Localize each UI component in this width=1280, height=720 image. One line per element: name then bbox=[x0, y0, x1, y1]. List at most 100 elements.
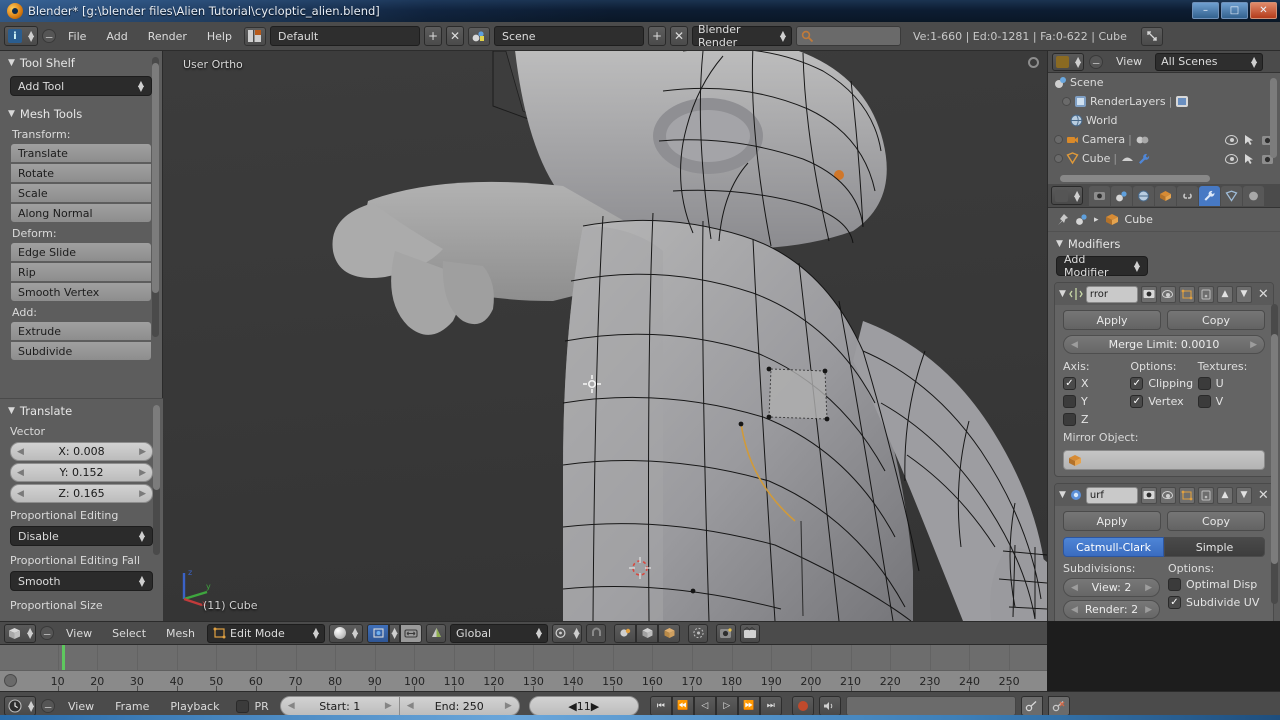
optimal-display-checkbox[interactable]: Optimal Disp bbox=[1168, 578, 1265, 591]
menu-add[interactable]: Add bbox=[98, 31, 135, 42]
render-animation-icon[interactable] bbox=[740, 623, 761, 643]
translate-panel-title[interactable]: ▼ Translate bbox=[0, 399, 163, 421]
outliner-row-scene[interactable]: Scene bbox=[1048, 73, 1280, 92]
checkbox-icon[interactable] bbox=[1063, 395, 1076, 408]
visibility-icon[interactable] bbox=[1225, 134, 1238, 145]
next-keyframe-button[interactable]: ⏩ bbox=[737, 696, 760, 716]
delete-scene-button[interactable]: ✕ bbox=[669, 26, 688, 46]
tab-object-data[interactable] bbox=[1221, 185, 1242, 206]
chevron-right-icon[interactable]: ▶ bbox=[591, 700, 599, 713]
pivot-point-dropdown[interactable]: ▲ ▼ bbox=[552, 623, 583, 643]
properties-scrollbar[interactable] bbox=[1271, 304, 1278, 604]
timeline-menu-playback[interactable]: Playback bbox=[162, 701, 227, 712]
chevron-left-icon[interactable]: ◀ bbox=[288, 701, 295, 711]
viewport-menu-select[interactable]: Select bbox=[104, 628, 154, 639]
render-camera-icon[interactable] bbox=[716, 623, 737, 643]
checkbox-icon[interactable]: ✓ bbox=[1130, 377, 1144, 390]
play-reverse-button[interactable]: ◁ bbox=[693, 696, 716, 716]
subsurf-apply-button[interactable]: Apply bbox=[1063, 511, 1161, 531]
outliner-row-camera[interactable]: Camera | bbox=[1048, 130, 1280, 149]
viewport-menu-mesh[interactable]: Mesh bbox=[158, 628, 203, 639]
chevron-left-icon[interactable]: ◀ bbox=[1071, 340, 1078, 350]
tab-modifiers[interactable] bbox=[1199, 185, 1220, 206]
proportional-editing-icon[interactable] bbox=[688, 623, 709, 643]
menu-render[interactable]: Render bbox=[140, 31, 195, 42]
vector-z-field[interactable]: ◀ Z: 0.165 ▶ bbox=[10, 484, 153, 503]
move-down-icon[interactable]: ▼ bbox=[1235, 486, 1252, 504]
outliner-vertical-scrollbar[interactable] bbox=[1270, 78, 1277, 158]
viewport-shading-dropdown[interactable]: ▲ ▼ bbox=[329, 623, 364, 643]
maximize-button[interactable]: □ bbox=[1221, 2, 1248, 19]
translate-panel-scrollbar[interactable] bbox=[153, 405, 160, 555]
mirror-texture-u[interactable]: U bbox=[1197, 377, 1265, 390]
start-frame-field[interactable]: ◀ Start: 1 ▶ bbox=[279, 696, 400, 716]
checkbox-icon[interactable] bbox=[1197, 395, 1211, 408]
preview-range-toggle[interactable]: PR bbox=[236, 699, 269, 713]
close-button[interactable]: ✕ bbox=[1250, 2, 1277, 19]
jump-to-end-button[interactable]: ⏭ bbox=[759, 696, 782, 716]
checkbox-icon[interactable] bbox=[1168, 578, 1181, 591]
auto-keyframe-button[interactable] bbox=[791, 696, 814, 716]
occlude-geometry-icon[interactable] bbox=[614, 623, 637, 643]
mirror-object-field[interactable] bbox=[1063, 450, 1265, 470]
pin-icon[interactable] bbox=[1056, 213, 1069, 226]
expand-icon[interactable] bbox=[1054, 135, 1063, 144]
chevron-right-icon[interactable]: ▶ bbox=[385, 701, 392, 711]
tool-along-normal[interactable]: Along Normal bbox=[10, 203, 152, 223]
editor-type-selector[interactable]: i ▲ ▼ bbox=[4, 26, 38, 46]
audio-sync-button[interactable] bbox=[818, 696, 841, 716]
selectable-cursor-icon[interactable] bbox=[1244, 153, 1255, 165]
mirror-apply-button[interactable]: Apply bbox=[1063, 310, 1161, 330]
tool-edge-slide[interactable]: Edge Slide bbox=[10, 242, 152, 262]
merge-limit-slider[interactable]: ◀ Merge Limit: 0.0010 ▶ bbox=[1063, 335, 1265, 354]
mirror-texture-v[interactable]: V bbox=[1197, 395, 1265, 408]
mesh-data-icon[interactable] bbox=[1120, 153, 1135, 165]
render-toggle-icon[interactable] bbox=[1140, 486, 1157, 504]
timeline-menu-view[interactable]: View bbox=[60, 701, 102, 712]
editor-type-selector[interactable]: ▲ ▼ bbox=[1052, 52, 1084, 71]
mesh-tools-title[interactable]: ▼ Mesh Tools bbox=[0, 102, 162, 124]
proportional-falloff-dropdown[interactable]: Smooth ▲ ▼ bbox=[10, 571, 153, 591]
selectable-cursor-icon[interactable] bbox=[1244, 134, 1255, 146]
subsurf-copy-button[interactable]: Copy bbox=[1167, 511, 1265, 531]
tab-object[interactable] bbox=[1155, 185, 1176, 206]
modifiers-panel-title[interactable]: ▼ Modifiers bbox=[1048, 232, 1280, 254]
mirror-vertex[interactable]: ✓ Vertex bbox=[1130, 395, 1197, 408]
oncage-toggle-icon[interactable] bbox=[1197, 285, 1214, 303]
move-down-icon[interactable]: ▼ bbox=[1235, 285, 1252, 303]
chevron-right-icon[interactable]: ▶ bbox=[139, 447, 146, 457]
checkbox-icon[interactable] bbox=[1063, 413, 1076, 426]
delete-screen-button[interactable]: ✕ bbox=[445, 26, 464, 46]
interaction-mode-dropdown[interactable]: Edit Mode ▲ ▼ bbox=[207, 623, 326, 643]
delete-modifier-icon[interactable]: ✕ bbox=[1258, 488, 1269, 503]
vector-y-field[interactable]: ◀ Y: 0.152 ▶ bbox=[10, 463, 153, 482]
chevron-left-icon[interactable]: ◀ bbox=[17, 447, 24, 457]
visibility-icon[interactable] bbox=[1225, 153, 1238, 164]
minimize-button[interactable]: – bbox=[1192, 2, 1219, 19]
tab-world[interactable] bbox=[1133, 185, 1154, 206]
triangle-down-icon[interactable]: ▼ bbox=[1059, 490, 1066, 500]
timeline-menu-frame[interactable]: Frame bbox=[107, 701, 157, 712]
viewport-options-icon[interactable] bbox=[1028, 57, 1039, 68]
sync-mode-field[interactable] bbox=[845, 696, 1016, 716]
transform-orientation-dropdown[interactable]: Global ▲ ▼ bbox=[450, 623, 549, 643]
play-button[interactable]: ▷ bbox=[715, 696, 738, 716]
vector-x-field[interactable]: ◀ X: 0.008 ▶ bbox=[10, 442, 153, 461]
3d-viewport[interactable]: User Ortho z y x (11) Cube bbox=[163, 51, 1047, 621]
timeline-ruler[interactable]: 10 20 30 40 50 60 70 80 90 100 110 120 130 140 150 160 1… bbox=[0, 670, 1047, 691]
tool-smooth-vertex[interactable]: Smooth Vertex bbox=[10, 282, 152, 302]
editmode-toggle-icon[interactable] bbox=[1178, 285, 1195, 303]
mirror-copy-button[interactable]: Copy bbox=[1167, 310, 1265, 330]
triangle-down-icon[interactable]: ▼ bbox=[1059, 289, 1066, 299]
timeline-editor[interactable]: 10 20 30 40 50 60 70 80 90 100 110 120 130 140 150 160 1… bbox=[0, 645, 1047, 691]
search-input[interactable] bbox=[795, 26, 901, 46]
texture-preview-icon[interactable] bbox=[658, 623, 681, 643]
delete-modifier-icon[interactable]: ✕ bbox=[1258, 287, 1269, 302]
mirror-clipping[interactable]: ✓ Clipping bbox=[1130, 377, 1197, 390]
chevron-right-icon[interactable]: ▶ bbox=[505, 701, 512, 711]
checkbox-icon[interactable]: ✓ bbox=[1063, 377, 1076, 390]
outliner-display-mode[interactable]: All Scenes ▲ ▼ bbox=[1155, 52, 1264, 71]
checkbox-icon[interactable] bbox=[1197, 377, 1211, 390]
screen-layout-field[interactable]: Default bbox=[269, 26, 420, 46]
add-modifier-dropdown[interactable]: Add Modifier ▲ ▼ bbox=[1056, 253, 1148, 279]
